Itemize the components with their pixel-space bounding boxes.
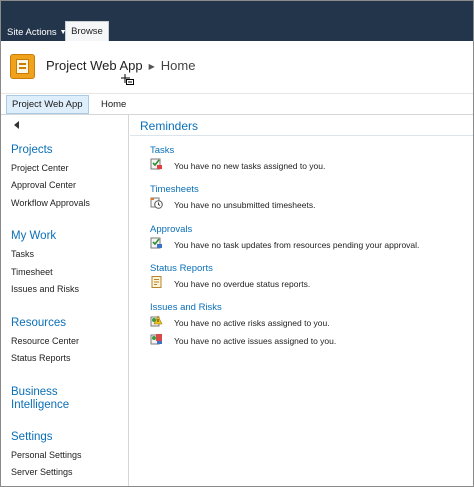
- nav-item-server-settings[interactable]: Server Settings: [11, 467, 73, 477]
- reminder-section-issues-and-risks[interactable]: Issues and Risks: [150, 302, 222, 313]
- risk-icon: [150, 315, 163, 327]
- page-title: Home: [160, 58, 196, 73]
- approval-icon: [150, 237, 162, 249]
- nav-heading-line: Business: [11, 386, 58, 398]
- main-content: Reminders Tasks You have no new tasks as…: [130, 115, 473, 486]
- breadcrumb: Project Web App ▶ Home: [46, 58, 195, 73]
- reminder-text: You have no active risks assigned to you…: [174, 318, 330, 328]
- divider: [130, 135, 473, 136]
- nav-item-personal-settings[interactable]: Personal Settings: [11, 450, 82, 460]
- site-actions-menu[interactable]: Site Actions ▼: [7, 27, 67, 38]
- status-report-icon: [151, 276, 162, 288]
- ribbon-bar: Site Actions ▼ Browse: [1, 1, 473, 41]
- tab-browse[interactable]: Browse: [65, 21, 109, 41]
- collapse-arrow-icon[interactable]: [14, 121, 19, 129]
- nav-heading-settings[interactable]: Settings: [11, 431, 53, 444]
- nav-heading-line: Intelligence: [11, 399, 70, 411]
- task-icon: [150, 158, 162, 170]
- site-actions-label: Site Actions: [7, 27, 57, 38]
- nav-item-resource-center[interactable]: Resource Center: [11, 336, 79, 346]
- reminder-text: You have no task updates from resources …: [174, 240, 420, 250]
- nav-heading-resources[interactable]: Resources: [11, 317, 66, 330]
- nav-item-issues-and-risks[interactable]: Issues and Risks: [11, 284, 79, 294]
- nav-item-status-reports[interactable]: Status Reports: [11, 353, 71, 363]
- breadcrumb-site-link[interactable]: Project Web App: [46, 58, 143, 73]
- nav-item-workflow-approvals[interactable]: Workflow Approvals: [11, 198, 90, 208]
- reminder-text: You have no unsubmitted timesheets.: [174, 200, 316, 210]
- nav-item-timesheet[interactable]: Timesheet: [11, 267, 53, 277]
- topnav-home[interactable]: Home: [101, 95, 126, 114]
- reminders-heading: Reminders: [140, 119, 199, 133]
- reminder-text: You have no new tasks assigned to you.: [174, 161, 326, 171]
- mouse-cursor-icon: [121, 74, 134, 85]
- project-web-app-logo-icon[interactable]: [10, 54, 35, 79]
- nav-heading-business-intelligence[interactable]: Business Intelligence: [11, 386, 69, 412]
- sharepoint-window: Site Actions ▼ Browse Project Web App ▶ Hom…: [0, 0, 474, 487]
- reminder-section-approvals[interactable]: Approvals: [150, 224, 192, 235]
- nav-item-approval-center[interactable]: Approval Center: [11, 180, 76, 190]
- reminder-section-timesheets[interactable]: Timesheets: [150, 184, 199, 195]
- breadcrumb-arrow-icon: ▶: [148, 62, 155, 71]
- issue-icon: [150, 334, 162, 345]
- reminder-text: You have no overdue status reports.: [174, 279, 311, 289]
- reminder-text: You have no active issues assigned to yo…: [174, 336, 337, 346]
- nav-heading-projects[interactable]: Projects: [11, 144, 53, 157]
- title-area: Project Web App ▶ Home: [1, 41, 473, 93]
- reminder-section-status-reports[interactable]: Status Reports: [150, 263, 213, 274]
- timesheet-clock-icon: [150, 197, 163, 209]
- nav-item-tasks[interactable]: Tasks: [11, 249, 34, 259]
- quick-launch: Projects Project Center Approval Center …: [1, 115, 129, 486]
- nav-item-project-center[interactable]: Project Center: [11, 163, 69, 173]
- nav-heading-my-work[interactable]: My Work: [11, 230, 56, 243]
- topnav-project-web-app[interactable]: Project Web App: [6, 95, 89, 114]
- reminder-section-tasks[interactable]: Tasks: [150, 145, 174, 156]
- top-navigation: Project Web App Home: [1, 93, 473, 115]
